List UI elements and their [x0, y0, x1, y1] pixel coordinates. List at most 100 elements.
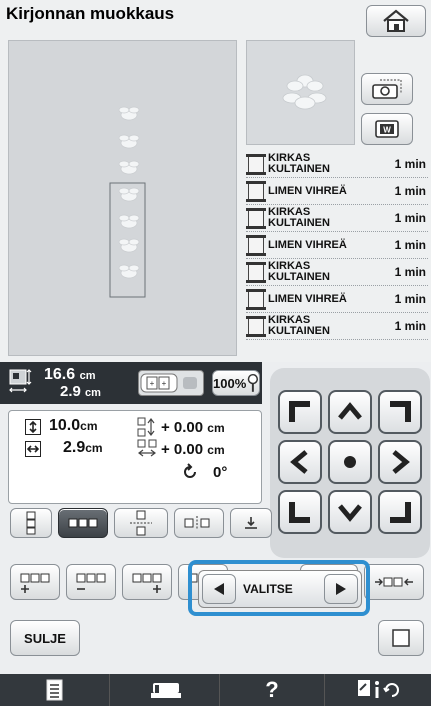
pattern-width-value: 2.9 [60, 383, 81, 400]
thread-row: KIRKAS KULTAINEN 1 min [246, 205, 428, 232]
remove-left-icon [76, 573, 106, 590]
thread-row: LIMEN VIHREÄ 1 min [246, 286, 428, 313]
layout-height-value: 10.0 [49, 417, 81, 434]
chevron-up-icon [338, 402, 362, 420]
add-repeat-right-button[interactable] [122, 564, 172, 600]
layout-width-value: 2.9 [63, 439, 86, 456]
document-icon [46, 679, 62, 701]
move-up-button[interactable] [328, 390, 372, 434]
thread-row: KIRKAS KULTAINEN 1 min [246, 313, 428, 340]
horizontal-row-icon [68, 518, 98, 528]
pattern-height-unit: cm [79, 370, 96, 382]
thread-color-list: KIRKAS KULTAINEN 1 min LIMEN VIHREÄ 1 mi… [246, 151, 428, 340]
select-all-button[interactable] [378, 620, 424, 656]
layout-height-unit: cm [80, 419, 98, 433]
zoom-button[interactable]: 100% [212, 370, 260, 396]
add-left-icon [20, 573, 50, 593]
embroidery-edit-area[interactable] [8, 40, 237, 356]
width-icon [25, 441, 41, 457]
svg-text:W: W [383, 126, 391, 135]
home-icon [383, 9, 409, 32]
thread-time: 1 min [394, 157, 426, 171]
move-up-right-button[interactable] [378, 390, 422, 434]
thread-time: 1 min [394, 319, 426, 333]
sewing-machine-icon [150, 683, 181, 698]
thread-time: 1 min [394, 265, 426, 279]
close-button[interactable]: SULJE [10, 620, 80, 656]
add-repeat-left-button[interactable] [10, 564, 60, 600]
layout-width-unit: cm [85, 441, 103, 455]
horizontal-layout-button[interactable] [58, 508, 108, 538]
thread-time: 1 min [394, 211, 426, 225]
thread-time: 1 min [394, 184, 426, 198]
page-title: Kirjonnan muokkaus [6, 4, 175, 23]
select-control: VALITSE [198, 570, 362, 608]
triangle-left-icon [214, 583, 224, 595]
triangle-right-icon [336, 583, 346, 595]
select-previous-button[interactable] [202, 574, 236, 604]
thread-name: LIMEN VIHREÄ [268, 238, 347, 251]
thread-time: 1 min [394, 292, 426, 306]
select-next-button[interactable] [324, 574, 358, 604]
pattern-width-unit: cm [85, 387, 101, 399]
square-icon [392, 629, 410, 647]
help-button[interactable]: ? [220, 674, 325, 706]
thread-name: KIRKAS KULTAINEN [268, 206, 330, 229]
settings-info-icon [358, 680, 399, 698]
question-icon: ? [265, 677, 279, 702]
embroidery-pattern [109, 106, 146, 298]
move-down-button[interactable] [328, 490, 372, 534]
magnifier-icon [247, 373, 259, 392]
vertical-offset-icon [137, 417, 155, 437]
vertical-stack-icon [26, 511, 36, 535]
compress-icon [375, 577, 413, 587]
document-button[interactable] [0, 674, 110, 706]
thread-name: KIRKAS KULTAINEN [268, 152, 330, 175]
bottom-toolbar: ? [0, 674, 431, 706]
memory-button[interactable]: W [361, 113, 413, 145]
vertical-spacing-icon [130, 510, 152, 536]
height-icon [25, 419, 41, 435]
close-label: SULJE [24, 630, 66, 646]
vertical-layout-button[interactable] [10, 508, 52, 538]
position-pad [270, 368, 430, 558]
move-down-left-button[interactable] [278, 490, 322, 534]
rotation-value: 0° [213, 464, 228, 481]
add-right-icon [132, 573, 162, 593]
thread-name: KIRKAS KULTAINEN [268, 260, 330, 283]
move-down-right-button[interactable] [378, 490, 422, 534]
thread-row: LIMEN VIHREÄ 1 min [246, 178, 428, 205]
horizontal-spacing-button[interactable] [174, 508, 224, 538]
memory-icon: W [375, 120, 399, 138]
rotate-icon [184, 463, 196, 478]
vertical-offset-unit: cm [207, 421, 225, 435]
move-right-button[interactable] [378, 440, 422, 484]
chevron-right-icon [392, 450, 410, 474]
chevron-left-icon [290, 450, 308, 474]
center-button[interactable] [328, 440, 372, 484]
move-up-left-button[interactable] [278, 390, 322, 434]
thread-row: KIRKAS KULTAINEN 1 min [246, 259, 428, 286]
hoop-icon: + + [140, 373, 197, 393]
vertical-spacing-button[interactable] [114, 508, 168, 538]
horizontal-offset-icon [137, 439, 157, 457]
settings-button[interactable] [325, 674, 431, 706]
align-bottom-icon [245, 517, 257, 529]
vertical-offset-value: + 0.00 [161, 419, 204, 436]
pattern-preview [246, 40, 355, 145]
horizontal-offset-unit: cm [207, 443, 225, 457]
machine-button[interactable] [110, 674, 220, 706]
center-dot-icon [344, 456, 356, 468]
align-button[interactable] [230, 508, 272, 538]
thread-spool-icon [246, 180, 266, 202]
home-button[interactable] [366, 5, 426, 37]
camera-button[interactable] [361, 73, 413, 105]
svg-text:+: + [150, 379, 155, 388]
horizontal-offset-value: + 0.00 [161, 441, 204, 458]
remove-repeat-left-button[interactable] [66, 564, 116, 600]
screen: Kirjonnan muokkaus W KIRKAS KULTAINEN 1 … [0, 0, 431, 706]
compress-button[interactable] [364, 564, 424, 600]
corner-down-left-icon [289, 502, 310, 523]
hoop-display: + + [138, 370, 204, 396]
move-left-button[interactable] [278, 440, 322, 484]
